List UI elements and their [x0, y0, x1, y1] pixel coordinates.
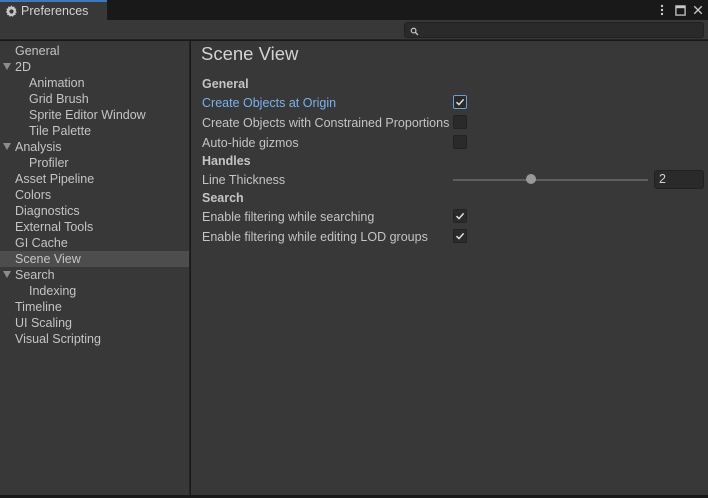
sidebar-item-2d[interactable]: 2D: [0, 59, 189, 75]
sidebar-item-label: Asset Pipeline: [15, 172, 95, 186]
checkmark-icon: [455, 212, 465, 220]
line-thickness-slider[interactable]: [453, 179, 648, 181]
expand-arrow-icon[interactable]: [3, 143, 11, 150]
sidebar-item-label: Scene View: [15, 252, 81, 266]
sidebar-item-search[interactable]: Search: [0, 267, 189, 283]
sidebar-item-label: Grid Brush: [29, 92, 89, 106]
filter-while-searching-checkbox[interactable]: [453, 209, 467, 223]
sidebar-item-visual-scripting[interactable]: Visual Scripting: [0, 331, 189, 347]
section-search-heading: Search: [202, 191, 244, 205]
sidebar-item-label: Sprite Editor Window: [29, 108, 146, 122]
constrained-proportions-label: Create Objects with Constrained Proporti…: [202, 116, 450, 130]
preferences-sidebar: General 2D Animation Grid Brush Sprite E…: [0, 41, 190, 495]
section-general-heading: General: [202, 77, 249, 91]
sidebar-item-ui-scaling[interactable]: UI Scaling: [0, 315, 189, 331]
page-title: Scene View: [201, 43, 299, 64]
sidebar-item-label: External Tools: [15, 220, 94, 234]
create-at-origin-label: Create Objects at Origin: [202, 96, 337, 110]
maximize-icon[interactable]: [674, 3, 686, 17]
window-controls: [656, 2, 704, 18]
sidebar-item-gi-cache[interactable]: GI Cache: [0, 235, 189, 251]
close-icon[interactable]: [692, 3, 704, 17]
filter-lod-groups-label: Enable filtering while editing LOD group…: [202, 230, 428, 244]
sidebar-item-scene-view[interactable]: Scene View: [0, 251, 189, 267]
preferences-tab[interactable]: Preferences: [0, 0, 107, 20]
search-input[interactable]: [404, 22, 704, 38]
filter-while-searching-label: Enable filtering while searching: [202, 210, 375, 224]
constrained-proportions-checkbox[interactable]: [453, 115, 467, 129]
sidebar-item-label: GI Cache: [15, 236, 68, 250]
sidebar-item-indexing[interactable]: Indexing: [0, 283, 189, 299]
sidebar-item-external-tools[interactable]: External Tools: [0, 219, 189, 235]
filter-lod-groups-checkbox[interactable]: [453, 229, 467, 243]
sidebar-item-label: Timeline: [15, 300, 62, 314]
sidebar-item-label: Colors: [15, 188, 52, 202]
search-icon: [410, 25, 420, 36]
toolbar: [0, 20, 708, 40]
create-at-origin-checkbox[interactable]: [453, 95, 467, 109]
section-handles-heading: Handles: [202, 154, 251, 168]
sidebar-item-label: UI Scaling: [15, 316, 72, 330]
sidebar-item-colors[interactable]: Colors: [0, 187, 189, 203]
gear-icon: [5, 4, 18, 18]
sidebar-item-general[interactable]: General: [0, 43, 189, 59]
sidebar-item-sprite-editor-window[interactable]: Sprite Editor Window: [0, 107, 189, 123]
line-thickness-label: Line Thickness: [202, 173, 286, 187]
sidebar-item-diagnostics[interactable]: Diagnostics: [0, 203, 189, 219]
sidebar-item-label: Diagnostics: [15, 204, 80, 218]
expand-arrow-icon[interactable]: [3, 271, 11, 278]
sidebar-item-profiler[interactable]: Profiler: [0, 155, 189, 171]
tab-title: Preferences: [21, 4, 89, 18]
more-options-icon[interactable]: [656, 3, 668, 17]
sidebar-item-grid-brush[interactable]: Grid Brush: [0, 91, 189, 107]
sidebar-item-analysis[interactable]: Analysis: [0, 139, 189, 155]
auto-hide-gizmos-label: Auto-hide gizmos: [202, 136, 299, 150]
sidebar-item-label: 2D: [15, 60, 31, 74]
line-thickness-field[interactable]: 2: [654, 170, 704, 189]
sidebar-item-animation[interactable]: Animation: [0, 75, 189, 91]
title-bar: Preferences: [0, 0, 708, 20]
checkmark-icon: [455, 232, 465, 240]
slider-thumb[interactable]: [526, 174, 536, 184]
sidebar-item-label: Visual Scripting: [15, 332, 101, 346]
sidebar-item-tile-palette[interactable]: Tile Palette: [0, 123, 189, 139]
sidebar-item-label: General: [15, 44, 60, 58]
sidebar-item-label: Profiler: [29, 156, 69, 170]
settings-panel: Scene View General Create Objects at Ori…: [191, 41, 708, 495]
sidebar-item-label: Tile Palette: [29, 124, 92, 138]
sidebar-item-label: Analysis: [15, 140, 62, 154]
expand-arrow-icon[interactable]: [3, 63, 11, 70]
sidebar-item-asset-pipeline[interactable]: Asset Pipeline: [0, 171, 189, 187]
sidebar-item-label: Indexing: [29, 284, 77, 298]
sidebar-item-timeline[interactable]: Timeline: [0, 299, 189, 315]
auto-hide-gizmos-checkbox[interactable]: [453, 135, 467, 149]
sidebar-item-label: Animation: [29, 76, 85, 90]
sidebar-item-label: Search: [15, 268, 55, 282]
checkmark-icon: [455, 98, 465, 106]
